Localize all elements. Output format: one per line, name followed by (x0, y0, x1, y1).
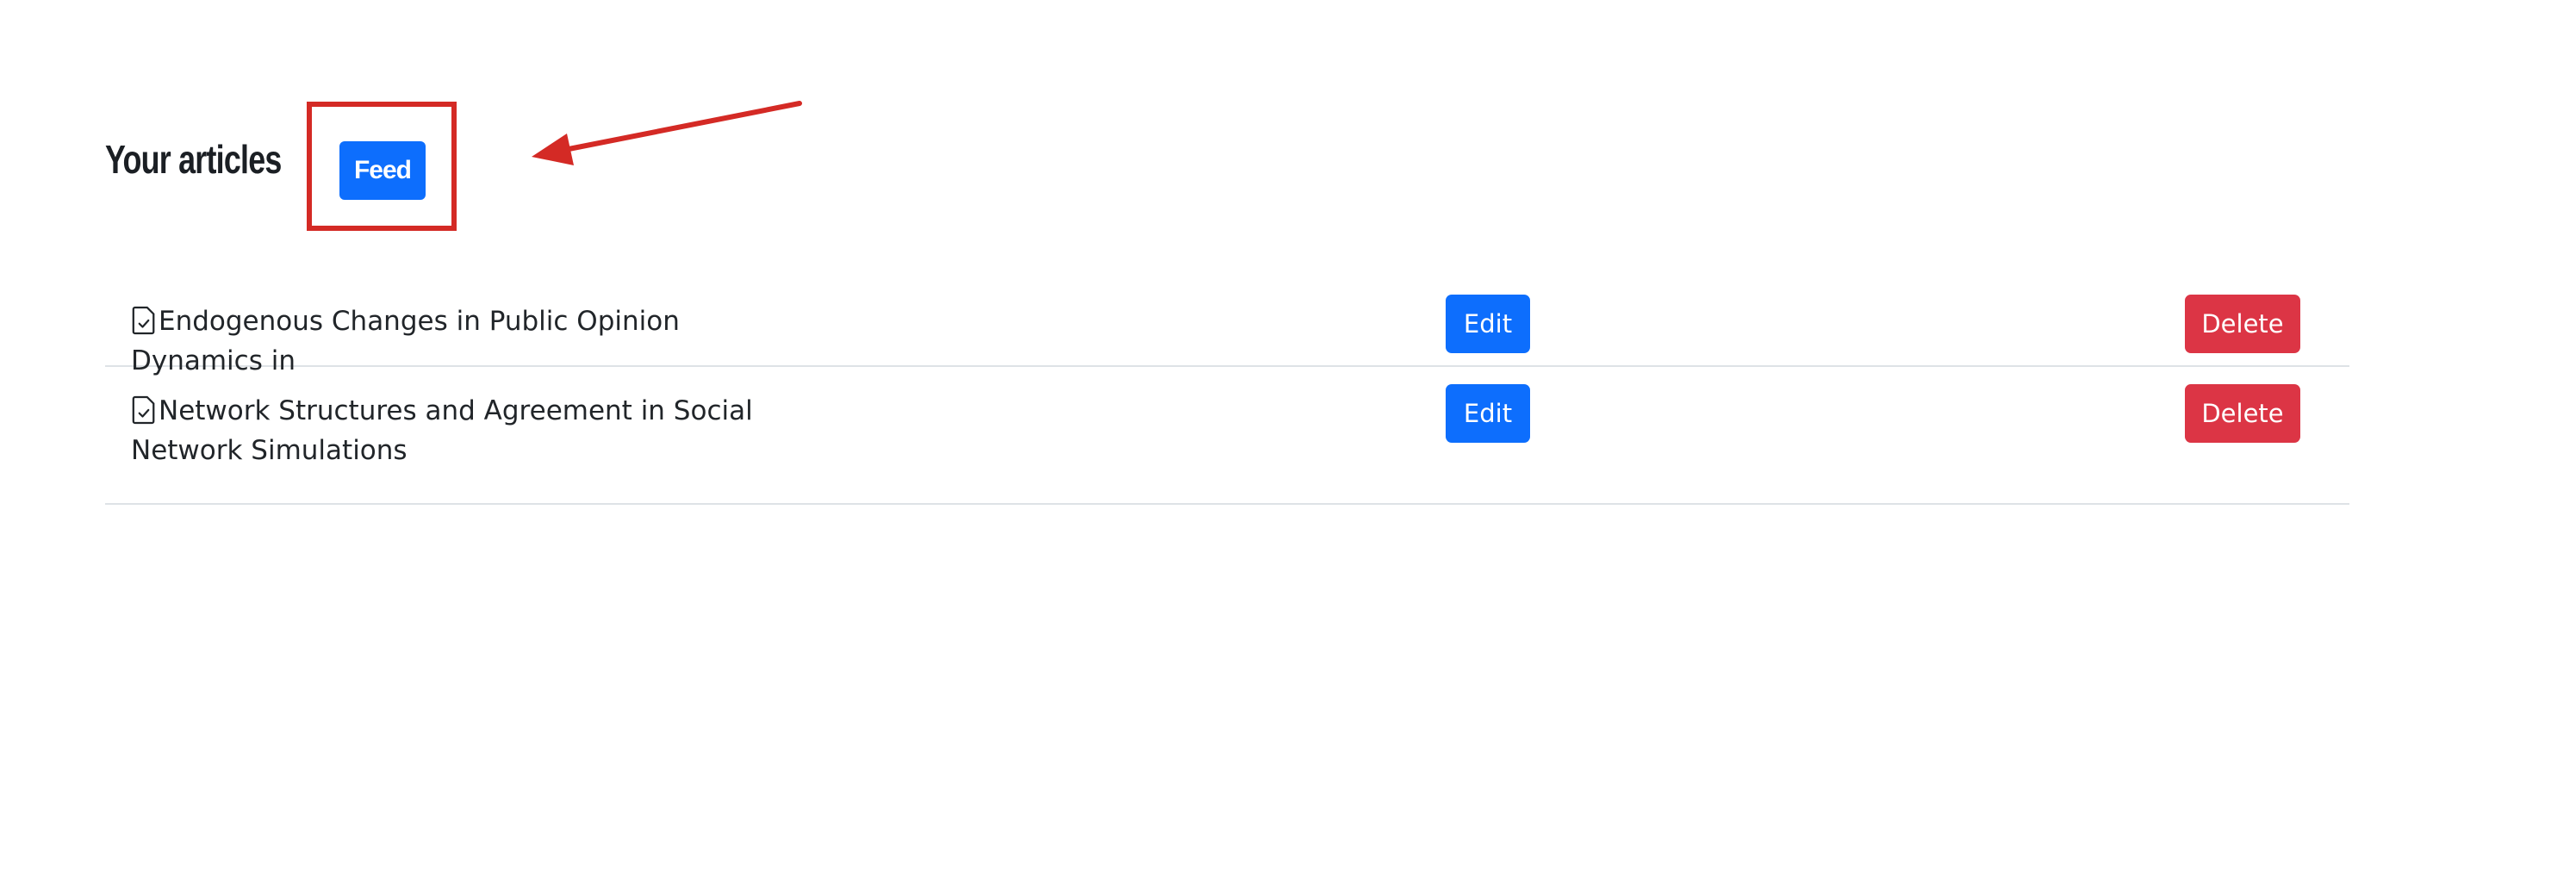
annotation-highlight-box (307, 102, 457, 231)
delete-button[interactable]: Delete (2185, 384, 2300, 443)
page-title: Your articles (105, 137, 282, 182)
article-title: Network Structures and Agreement in Soci… (131, 395, 753, 466)
table-row: Endogenous Changes in Public Opinion Dyn… (105, 277, 2349, 376)
file-check-icon (132, 395, 155, 425)
annotation-arrow-icon (532, 101, 802, 165)
article-title-cell: Network Structures and Agreement in Soci… (131, 391, 803, 470)
edit-button[interactable]: Edit (1446, 295, 1530, 353)
edit-button[interactable]: Edit (1446, 384, 1530, 443)
file-check-icon (132, 306, 155, 335)
articles-table: Endogenous Changes in Public Opinion Dyn… (105, 277, 2349, 505)
delete-button[interactable]: Delete (2185, 295, 2300, 353)
article-title: Endogenous Changes in Public Opinion Dyn… (131, 306, 680, 376)
table-row: Network Structures and Agreement in Soci… (105, 367, 2349, 505)
